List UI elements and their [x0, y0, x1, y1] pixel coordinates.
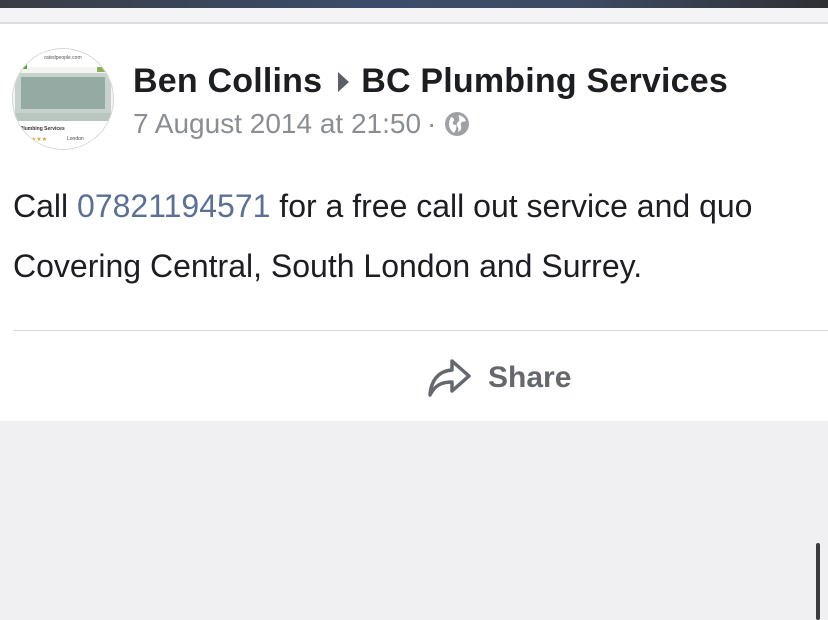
top-bar: [0, 0, 828, 8]
post-timestamp[interactable]: 7 August 2014 at 21:50: [133, 108, 421, 139]
scrollbar[interactable]: [816, 543, 820, 620]
share-button[interactable]: Share: [426, 355, 571, 401]
globe-icon: [444, 111, 470, 144]
post-text-prefix: Call: [13, 188, 78, 224]
action-divider: [13, 330, 828, 331]
avatar[interactable]: ratedpeople.com C Plumbing Services ★★★ …: [12, 48, 114, 150]
avatar-thumbnail: ratedpeople.com C Plumbing Services ★★★ …: [13, 49, 113, 149]
thumb-site-text: ratedpeople.com: [44, 55, 81, 61]
author-name[interactable]: Ben Collins: [133, 62, 322, 100]
post-card: ratedpeople.com C Plumbing Services ★★★ …: [0, 24, 828, 421]
post-line-2: Covering Central, South London and Surre…: [13, 248, 643, 284]
share-arrow-icon: [428, 359, 471, 397]
share-label: Share: [488, 361, 572, 394]
thumb-business-text: C Plumbing Services: [15, 126, 65, 132]
post-header: Ben Collins BC Plumbing Services: [133, 62, 728, 101]
post-meta: 7 August 2014 at 21:50 ·: [133, 108, 470, 144]
post-text-suffix: for a free call out service and quo: [270, 188, 753, 224]
post-line-1: Call 07821194571 for a free call out ser…: [13, 176, 828, 236]
thumb-location-text: London: [67, 136, 84, 142]
top-bar-border: [0, 8, 828, 24]
caret-right-icon: [338, 71, 350, 92]
phone-link[interactable]: 07821194571: [77, 188, 270, 224]
post-body: Call 07821194571 for a free call out ser…: [13, 176, 828, 296]
page-name[interactable]: BC Plumbing Services: [361, 62, 728, 100]
meta-separator: ·: [427, 108, 437, 139]
thumb-stars: ★★★: [31, 136, 47, 143]
